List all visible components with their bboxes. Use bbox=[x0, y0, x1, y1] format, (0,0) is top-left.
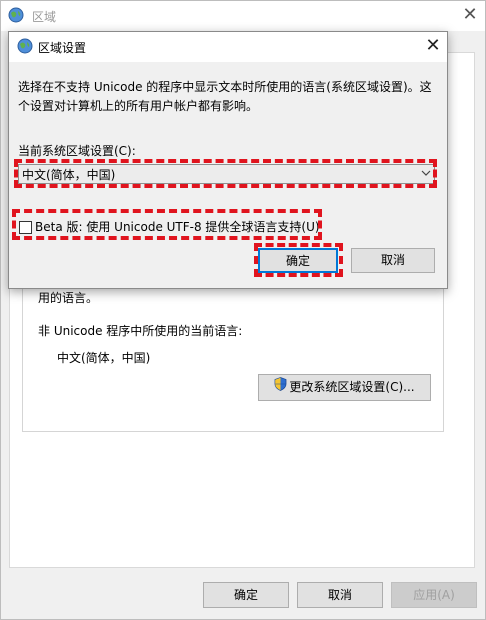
close-icon[interactable]: ✕ bbox=[420, 32, 446, 60]
dialog-ok-button[interactable]: 确定 bbox=[258, 248, 338, 273]
outer-ok-button[interactable]: 确定 bbox=[203, 582, 289, 608]
region-window-title: 区域 bbox=[32, 10, 57, 24]
outer-cancel-button[interactable]: 取消 bbox=[297, 582, 383, 608]
current-language-value: 中文(简体，中国) bbox=[57, 351, 151, 365]
dialog-description: 选择在不支持 Unicode 的程序中显示文本时所使用的语言(系统区域设置)。这… bbox=[18, 80, 432, 113]
system-locale-label: 当前系统区域设置(C): bbox=[18, 144, 136, 158]
dialog-title: 区域设置 bbox=[38, 41, 87, 55]
unicode-description-tail: 用的语言。 bbox=[38, 291, 99, 305]
system-locale-value: 中文(简体，中国) bbox=[22, 168, 116, 182]
region-window-titlebar bbox=[1, 1, 485, 31]
globe-icon bbox=[17, 38, 33, 54]
shield-icon bbox=[274, 375, 287, 400]
chevron-down-icon[interactable] bbox=[420, 166, 432, 180]
non-unicode-label: 非 Unicode 程序中所使用的当前语言: bbox=[38, 324, 243, 338]
beta-utf8-checkbox[interactable] bbox=[19, 221, 32, 234]
dialog-cancel-button[interactable]: 取消 bbox=[351, 248, 435, 273]
close-icon[interactable]: ✕ bbox=[456, 2, 484, 28]
outer-apply-button[interactable]: 应用(A) bbox=[391, 582, 477, 608]
beta-utf8-label[interactable]: Beta 版: 使用 Unicode UTF-8 提供全球语言支持(U) bbox=[35, 218, 320, 235]
change-system-locale-label: 更改系统区域设置(C)... bbox=[289, 380, 415, 394]
globe-icon bbox=[8, 7, 24, 23]
change-system-locale-button[interactable]: 更改系统区域设置(C)... bbox=[258, 374, 431, 401]
